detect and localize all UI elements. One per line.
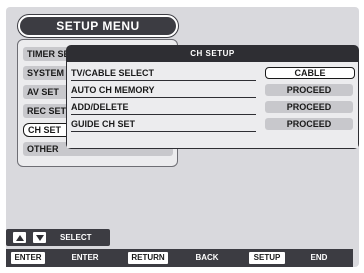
return-action-label: BACK [195, 253, 219, 262]
arrow-down-icon [33, 232, 46, 243]
setup-action-label: END [310, 253, 328, 262]
guide-ch-set-value[interactable]: PROCEED [265, 118, 353, 130]
setup-screen: SETUP MENU TIMER SET SYSTEM SET AV SET R… [6, 7, 359, 267]
navigation-label: SELECT [60, 233, 92, 242]
enter-action-label: ENTER [71, 253, 99, 262]
menu-title: SETUP MENU [18, 15, 178, 37]
tv-cable-select-value[interactable]: CABLE [265, 67, 355, 79]
submenu-row-label: TV/CABLE SELECT [71, 67, 256, 81]
submenu-body: TV/CABLE SELECT CABLE AUTO CH MEMORY PRO… [67, 62, 358, 148]
navigation-hint-bar: SELECT [6, 229, 110, 246]
ch-setup-submenu: CH SETUP TV/CABLE SELECT CABLE AUTO CH M… [66, 45, 359, 149]
submenu-row-label: ADD/DELETE [71, 101, 256, 115]
submenu-row-label: GUIDE CH SET [71, 118, 256, 132]
submenu-row-add-delete[interactable]: ADD/DELETE PROCEED [67, 100, 358, 116]
submenu-row-label: AUTO CH MEMORY [71, 84, 256, 98]
return-key[interactable]: RETURN [128, 252, 168, 264]
add-delete-value[interactable]: PROCEED [265, 101, 353, 113]
button-hint-bar: ENTER ENTER RETURN BACK SETUP END [6, 249, 353, 267]
submenu-row-tv-cable-select[interactable]: TV/CABLE SELECT CABLE [67, 66, 358, 82]
enter-key[interactable]: ENTER [11, 252, 45, 264]
submenu-title: CH SETUP [190, 49, 235, 58]
submenu-row-auto-ch-memory[interactable]: AUTO CH MEMORY PROCEED [67, 83, 358, 99]
submenu-row-guide-ch-set[interactable]: GUIDE CH SET PROCEED [67, 117, 358, 133]
setup-key[interactable]: SETUP [249, 252, 285, 264]
arrow-up-icon [13, 232, 26, 243]
auto-ch-memory-value[interactable]: PROCEED [265, 84, 353, 96]
